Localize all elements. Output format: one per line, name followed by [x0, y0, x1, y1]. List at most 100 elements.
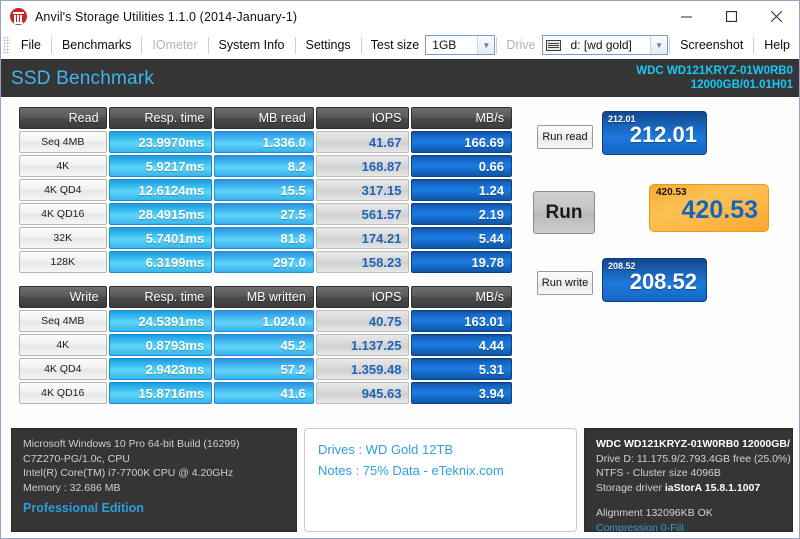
- read-cell-mb: 27.5: [214, 203, 314, 225]
- main-content: Read Resp. time MB read IOPS MB/s Seq 4M…: [1, 97, 799, 428]
- menu-item-help[interactable]: Help: [755, 34, 799, 56]
- title-bar: Anvil's Storage Utilities 1.1.0 (2014-Ja…: [1, 1, 799, 32]
- drive-storage-driver: Storage driver iaStorA 15.8.1.1007: [596, 481, 782, 496]
- test-size-select[interactable]: 1GB ▼: [425, 35, 496, 55]
- write-cell-mb: 1.024.0: [214, 310, 314, 332]
- table-row: 4K QD4 12.6124ms 15.5 317.15 1.24: [19, 179, 512, 201]
- table-row: Seq 4MB 24.5391ms 1.024.0 40.75 163.01: [19, 310, 512, 332]
- write-score-value: 208.52: [629, 269, 697, 294]
- run-read-button[interactable]: Run read: [537, 125, 593, 149]
- read-row-label: 4K QD4: [19, 179, 107, 201]
- write-row-label: Seq 4MB: [19, 310, 107, 332]
- read-cell-iops: 168.87: [315, 155, 410, 177]
- chevron-down-icon[interactable]: ▼: [650, 36, 668, 54]
- menu-separator: [360, 36, 362, 54]
- read-score-box: 212.01 212.01: [602, 111, 707, 155]
- read-cell-iops: 317.15: [315, 179, 410, 201]
- write-cell-resp: 24.5391ms: [108, 310, 213, 332]
- read-cell-iops: 561.57: [315, 203, 410, 225]
- read-cell-resp: 12.6124ms: [108, 179, 213, 201]
- read-col-header-iops: IOPS: [315, 107, 410, 129]
- write-row-label: 4K QD4: [19, 358, 107, 380]
- edition-label: Professional Edition: [23, 501, 144, 515]
- write-results-wrapper: Write Resp. time MB written IOPS MB/s Se…: [17, 284, 529, 406]
- read-col-header-mbs: MB/s: [411, 107, 512, 129]
- test-size-label: Test size: [370, 38, 420, 52]
- minimize-button[interactable]: [664, 1, 709, 32]
- write-row-label: 4K QD16: [19, 382, 107, 404]
- app-icon: [10, 8, 27, 25]
- menu-separator: [294, 36, 296, 54]
- read-cell-iops: 158.23: [315, 251, 410, 273]
- driver-value: iaStorA 15.8.1.1007: [664, 481, 761, 494]
- read-cell-mbs: 166.69: [411, 131, 512, 153]
- menu-item-benchmarks[interactable]: Benchmarks: [53, 34, 140, 56]
- read-score-value: 212.01: [629, 122, 697, 147]
- write-cell-mb: 45.2: [214, 334, 314, 356]
- close-button[interactable]: [754, 1, 799, 32]
- maximize-button[interactable]: [709, 1, 754, 32]
- run-button[interactable]: Run: [533, 191, 595, 234]
- write-cell-resp: 2.9423ms: [108, 358, 213, 380]
- header-drive-info: WDC WD121KRYZ-01W0RB0 12000GB/01.01H01: [636, 65, 793, 92]
- chevron-down-icon[interactable]: ▼: [477, 36, 495, 54]
- drive-alignment: Alignment 132096KB OK: [596, 507, 713, 519]
- read-cell-mbs: 5.44: [411, 227, 512, 249]
- table-row: 32K 5.7401ms 81.8 174.21 5.44: [19, 227, 512, 249]
- table-row: 4K QD16 15.8716ms 41.6 945.63 3.94: [19, 382, 512, 404]
- write-cell-mbs: 4.44: [411, 334, 512, 356]
- menu-item-system-info[interactable]: System Info: [210, 34, 294, 56]
- drive-model-line: WDC WD121KRYZ-01W0RB0 12000GB/: [596, 438, 790, 450]
- bottom-bar: Microsoft Windows 10 Pro 64-bit Build (1…: [1, 428, 799, 538]
- read-cell-iops: 174.21: [315, 227, 410, 249]
- menu-item-settings[interactable]: Settings: [296, 34, 359, 56]
- system-memory: Memory : 32.686 MB: [23, 481, 121, 494]
- write-col-header-mbs: MB/s: [411, 286, 512, 308]
- write-row-label: 4K: [19, 334, 107, 356]
- read-cell-mbs: 19.78: [411, 251, 512, 273]
- drive-select[interactable]: d: [wd gold] ▼: [541, 35, 669, 55]
- read-cell-resp: 5.7401ms: [108, 227, 213, 249]
- benchmark-header: SSD Benchmark WDC WD121KRYZ-01W0RB0 1200…: [1, 59, 799, 97]
- read-cell-iops: 41.67: [315, 131, 410, 153]
- menu-separator: [496, 36, 498, 54]
- notes-text: Notes : 75% Data - eTeknix.com: [318, 463, 504, 478]
- drive-info-spacer: [596, 495, 782, 506]
- menu-grip: [3, 36, 10, 54]
- drive-compression: Compression 0-Fill: [596, 521, 684, 532]
- notes-drives: Drives : WD Gold 12TB: [318, 442, 454, 457]
- write-cell-resp: 0.8793ms: [108, 334, 213, 356]
- disk-drive-icon: [545, 39, 561, 51]
- read-cell-mbs: 0.66: [411, 155, 512, 177]
- app-window: Anvil's Storage Utilities 1.1.0 (2014-Ja…: [0, 0, 800, 539]
- total-score-value: 420.53: [681, 196, 758, 224]
- write-cell-iops: 40.75: [315, 310, 410, 332]
- write-cell-mb: 57.2: [214, 358, 314, 380]
- drive-capacity-line: Drive D: 11.175.9/2.793.4GB free (25.0%): [596, 452, 791, 465]
- drive-label: Drive: [506, 38, 536, 52]
- write-cell-iops: 945.63: [315, 382, 410, 404]
- write-results-table: Write Resp. time MB written IOPS MB/s Se…: [17, 284, 514, 406]
- read-results-table: Read Resp. time MB read IOPS MB/s Seq 4M…: [17, 105, 514, 275]
- drive-info-panel: WDC WD121KRYZ-01W0RB0 12000GB/ Drive D: …: [584, 428, 793, 532]
- run-write-button[interactable]: Run write: [537, 271, 593, 295]
- menu-item-file[interactable]: File: [12, 34, 50, 56]
- write-cell-mbs: 5.31: [411, 358, 512, 380]
- write-cell-mbs: 163.01: [411, 310, 512, 332]
- read-cell-resp: 23.9970ms: [108, 131, 213, 153]
- read-cell-resp: 28.4915ms: [108, 203, 213, 225]
- driver-label: Storage driver: [596, 481, 662, 494]
- table-header-row: Read Resp. time MB read IOPS MB/s: [19, 107, 512, 129]
- write-cell-resp: 15.8716ms: [108, 382, 213, 404]
- write-cell-mb: 41.6: [214, 382, 314, 404]
- read-row-label: 128K: [19, 251, 107, 273]
- notes-panel[interactable]: Drives : WD Gold 12TB Notes : 75% Data -…: [304, 428, 577, 532]
- write-col-header-iops: IOPS: [315, 286, 410, 308]
- write-col-header-label: Write: [19, 286, 107, 308]
- results-pane: Read Resp. time MB read IOPS MB/s Seq 4M…: [1, 103, 529, 428]
- table-header-row: Write Resp. time MB written IOPS MB/s: [19, 286, 512, 308]
- read-col-header-label: Read: [19, 107, 107, 129]
- menu-item-screenshot[interactable]: Screenshot: [671, 34, 752, 56]
- menu-separator: [207, 36, 209, 54]
- read-row-label: 4K QD16: [19, 203, 107, 225]
